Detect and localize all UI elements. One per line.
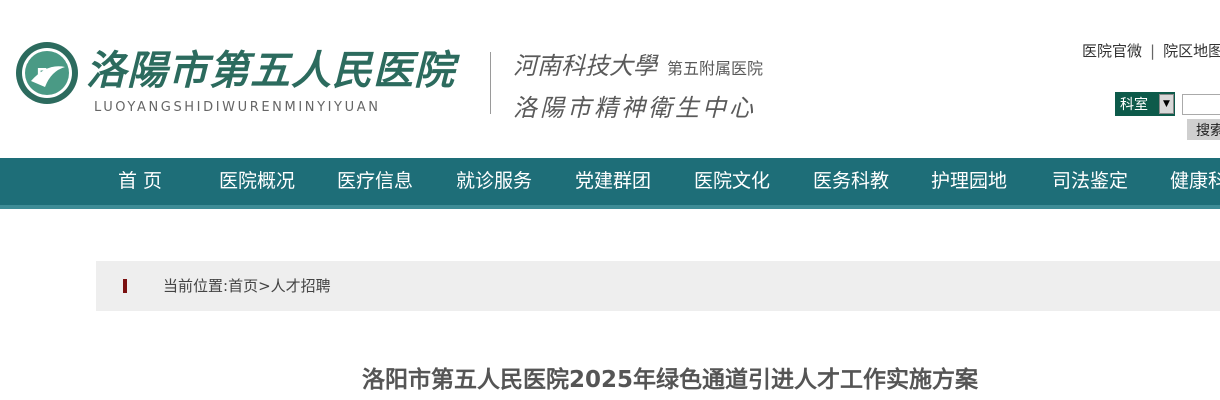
breadcrumb: 当前位置:首页>人才招聘 xyxy=(96,261,1220,311)
affiliation-university-name: 河南科技大學 xyxy=(513,52,657,80)
main-nav: 首 页 医院概况 医疗信息 就诊服务 党建群团 医院文化 医务科教 护理园地 司… xyxy=(0,158,1220,209)
top-links: 医院官微 | 院区地图 xyxy=(1082,40,1220,61)
nav-item-home[interactable]: 首 页 xyxy=(118,158,162,205)
nav-item-medical-info[interactable]: 医疗信息 xyxy=(337,158,413,205)
search-input[interactable] xyxy=(1182,94,1220,115)
article-title: 洛阳市第五人民医院2025年绿色通道引进人才工作实施方案 xyxy=(362,367,979,393)
nav-item-forensic[interactable]: 司法鉴定 xyxy=(1052,158,1128,205)
nav-item-nursing[interactable]: 护理园地 xyxy=(931,158,1007,205)
search-category-value: 科室 xyxy=(1120,97,1148,113)
nav-item-patient-services[interactable]: 就诊服务 xyxy=(456,158,532,205)
breadcrumb-marker xyxy=(123,279,127,293)
header-divider xyxy=(490,52,491,114)
nav-item-party-groups[interactable]: 党建群团 xyxy=(575,158,651,205)
search-category-select[interactable]: 科室 ▼ xyxy=(1115,92,1175,116)
nav-item-health-science[interactable]: 健康科普 xyxy=(1170,158,1220,205)
svg-text:5: 5 xyxy=(36,65,49,86)
nav-item-education[interactable]: 医务科教 xyxy=(813,158,889,205)
hospital-name-pinyin: LUOYANGSHIDIWURENMINYIYUAN xyxy=(94,100,381,115)
top-link-wechat[interactable]: 医院官微 xyxy=(1082,42,1142,60)
affiliation-mental-health-center: 洛陽市精神衛生中心 xyxy=(513,94,756,122)
breadcrumb-home-link[interactable]: 首页 xyxy=(228,277,258,295)
chevron-down-icon[interactable]: ▼ xyxy=(1159,94,1174,114)
hospital-name: 洛陽市第五人民医院 xyxy=(86,47,455,94)
affiliation-university-sub: 第五附属医院 xyxy=(667,59,764,78)
breadcrumb-separator: > xyxy=(258,277,271,295)
affiliation-university: 河南科技大學 第五附属医院 xyxy=(513,46,763,81)
top-link-campus-map[interactable]: 院区地图 xyxy=(1163,42,1220,60)
breadcrumb-text: 当前位置:首页>人才招聘 xyxy=(163,275,331,296)
breadcrumb-current-link[interactable]: 人才招聘 xyxy=(271,277,331,295)
nav-item-culture[interactable]: 医院文化 xyxy=(694,158,770,205)
breadcrumb-prefix: 当前位置: xyxy=(163,277,229,295)
hospital-seal-icon: 5 xyxy=(16,42,78,104)
site-header: 5 洛陽市第五人民医院 LUOYANGSHIDIWURENMINYIYUAN 河… xyxy=(0,0,1220,158)
nav-item-overview[interactable]: 医院概况 xyxy=(219,158,295,205)
search-button[interactable]: 搜索 xyxy=(1187,119,1220,140)
top-link-separator: | xyxy=(1150,42,1156,60)
